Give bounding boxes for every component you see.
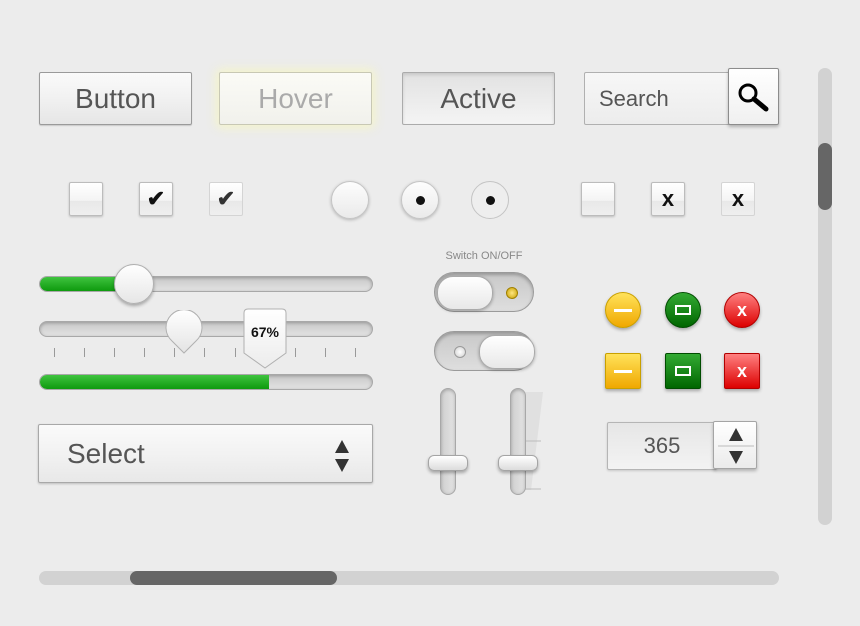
vertical-scrollbar[interactable] xyxy=(818,68,832,525)
tick xyxy=(84,348,86,357)
maximize-square-button[interactable] xyxy=(665,353,701,389)
tick xyxy=(234,348,236,357)
normal-button[interactable]: Button xyxy=(39,72,192,125)
close-round-button[interactable]: x xyxy=(724,292,760,328)
radio-selected[interactable] xyxy=(401,181,439,219)
decrement-arrow-icon[interactable] xyxy=(729,451,743,464)
tick xyxy=(144,348,146,357)
switch-title: Switch ON/OFF xyxy=(445,250,523,262)
hover-button[interactable]: Hover xyxy=(219,72,372,125)
search-button[interactable] xyxy=(728,68,779,125)
percent-label: 67% xyxy=(250,324,280,340)
up-down-arrows-icon xyxy=(335,440,349,472)
stepper-buttons[interactable] xyxy=(713,421,757,469)
switch-knob xyxy=(479,335,535,369)
checkmark-icon: ✔ xyxy=(146,186,166,211)
search-input[interactable]: Search xyxy=(584,72,734,125)
tick xyxy=(174,348,176,357)
tick xyxy=(204,348,206,357)
progress-bar xyxy=(39,374,373,390)
number-field[interactable]: 365 xyxy=(607,422,717,470)
minus-icon xyxy=(614,308,632,312)
select-value: Select xyxy=(67,437,145,469)
slider-knob[interactable] xyxy=(114,264,154,304)
checkmark-icon: ✔ xyxy=(216,186,236,211)
tick-slider-track[interactable] xyxy=(39,321,373,337)
close-square-button[interactable]: x xyxy=(724,353,760,389)
number-value: 365 xyxy=(643,433,681,458)
horizontal-scrollbar[interactable] xyxy=(39,571,779,585)
close-icon: x xyxy=(736,299,747,320)
indicator-led-icon xyxy=(454,346,466,358)
slider-ticks xyxy=(54,348,356,358)
checkbox-checked-disabled[interactable]: ✔ xyxy=(209,182,243,216)
search-icon xyxy=(738,83,769,112)
vertical-slider-knob[interactable] xyxy=(498,455,538,471)
increment-arrow-icon[interactable] xyxy=(729,428,743,441)
radio-dot-icon xyxy=(415,195,425,205)
tick xyxy=(324,348,326,357)
progress-fill xyxy=(40,375,270,389)
minimize-square-button[interactable] xyxy=(605,353,641,389)
toggle-switch-on[interactable] xyxy=(434,331,535,371)
vertical-scroll-thumb[interactable] xyxy=(818,143,832,210)
x-mark-icon: x xyxy=(731,186,745,211)
maximize-round-button[interactable] xyxy=(665,292,701,328)
vertical-slider-track[interactable] xyxy=(510,388,526,495)
vertical-slider-knob[interactable] xyxy=(428,455,468,471)
horizontal-scroll-thumb[interactable] xyxy=(130,571,337,585)
xbox-checked[interactable]: x xyxy=(651,182,685,216)
checkbox-checked[interactable]: ✔ xyxy=(139,182,173,216)
close-icon: x xyxy=(736,360,747,381)
minus-icon xyxy=(614,369,632,373)
window-icon xyxy=(675,366,691,376)
tick xyxy=(294,348,296,357)
checkbox-unchecked[interactable] xyxy=(69,182,103,216)
toggle-switch-off[interactable] xyxy=(434,272,534,312)
vertical-slider-track[interactable] xyxy=(440,388,456,495)
x-mark-icon: x xyxy=(661,186,675,211)
radio-selected-disabled[interactable] xyxy=(471,181,509,219)
select-dropdown[interactable]: Select xyxy=(38,424,373,483)
switch-knob xyxy=(437,276,493,310)
indicator-led-icon xyxy=(506,287,518,299)
minimize-round-button[interactable] xyxy=(605,292,641,328)
xbox-checked-disabled[interactable]: x xyxy=(721,182,755,216)
xbox-unchecked[interactable] xyxy=(581,182,615,216)
radio-unselected[interactable] xyxy=(331,181,369,219)
tick xyxy=(54,348,55,357)
active-button[interactable]: Active xyxy=(402,72,555,125)
radio-dot-icon xyxy=(485,195,495,205)
tick xyxy=(114,348,116,357)
window-icon xyxy=(675,305,691,315)
tick xyxy=(354,348,356,357)
slider-track[interactable] xyxy=(39,276,373,292)
